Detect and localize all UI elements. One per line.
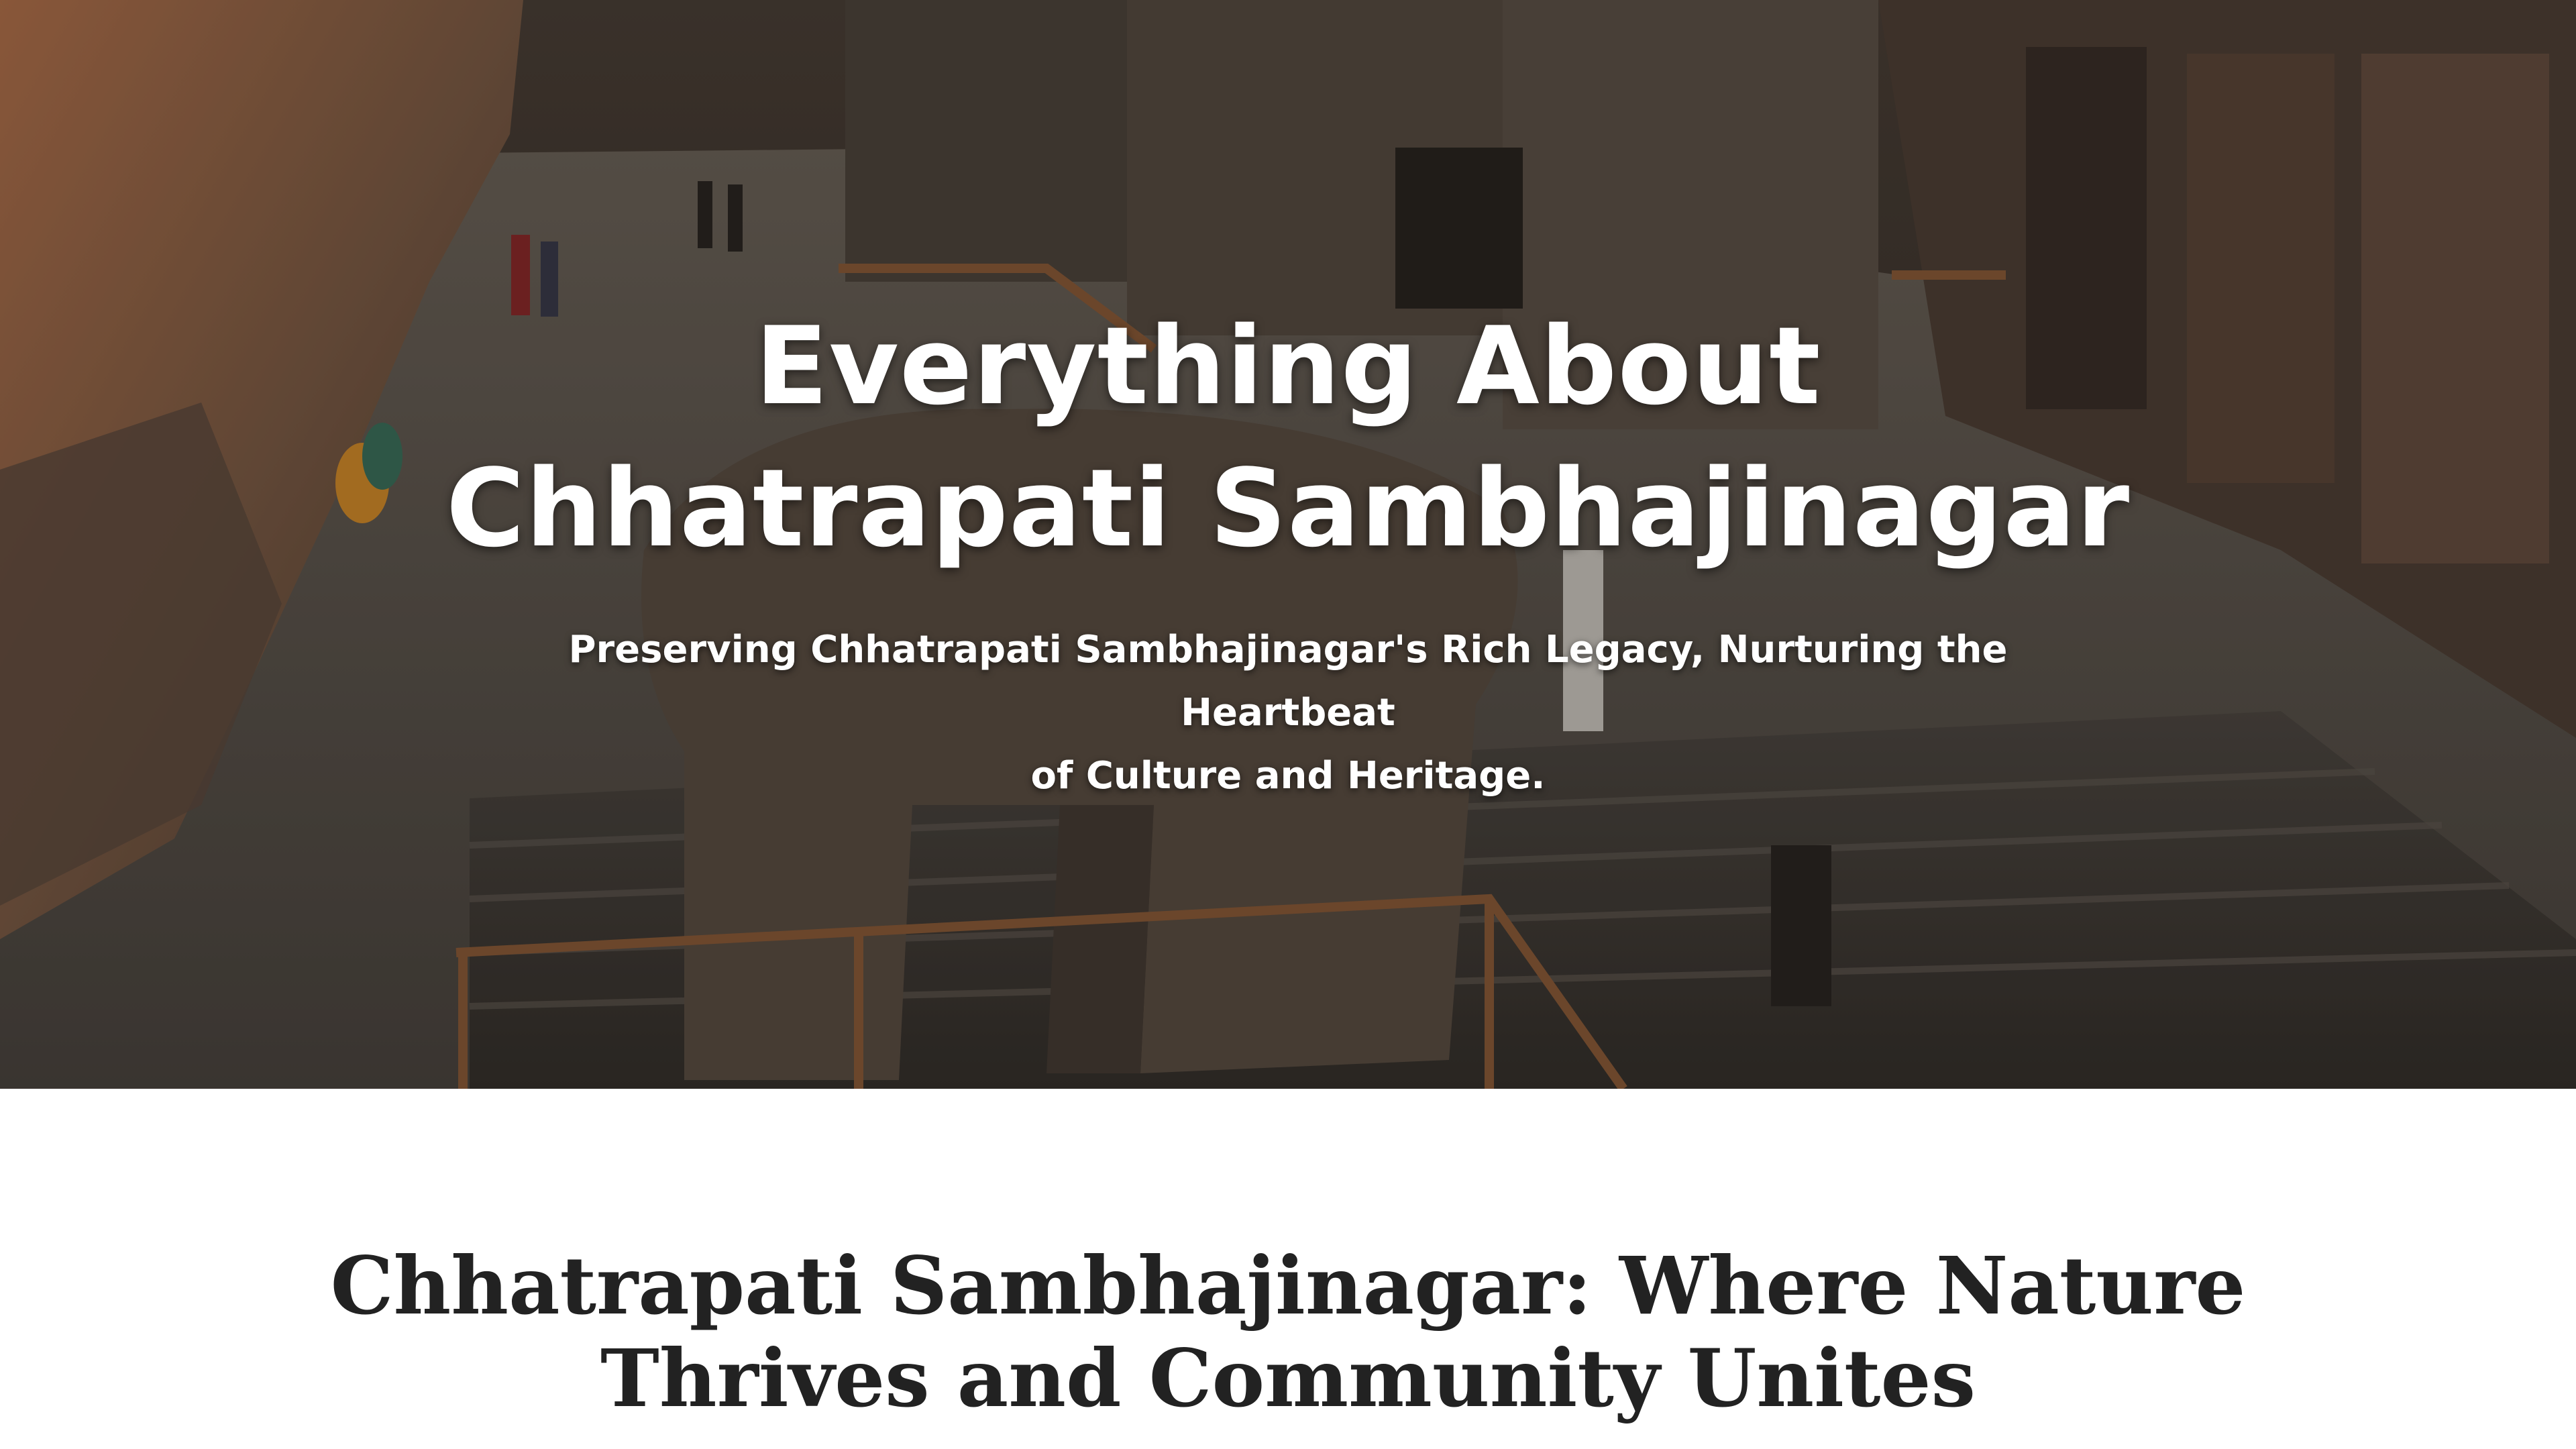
hero-title-line1: Everything About [755, 303, 1821, 429]
intro-heading: Chhatrapati Sambhajinagar: Where Nature … [0, 1240, 2576, 1425]
hero-subtitle-line1: Preserving Chhatrapati Sambhajinagar's R… [568, 628, 2008, 735]
intro-heading-line1: Chhatrapati Sambhajinagar: Where Nature [330, 1239, 2246, 1332]
hero-text-block: Everything About Chhatrapati Sambhajinag… [0, 295, 2576, 808]
hero-subtitle: Preserving Chhatrapati Sambhajinagar's R… [476, 619, 2100, 808]
hero-title: Everything About Chhatrapati Sambhajinag… [416, 295, 2160, 580]
hero-banner: Everything About Chhatrapati Sambhajinag… [0, 0, 2576, 1089]
intro-heading-line2: Thrives and Community Unites [600, 1332, 1976, 1425]
hero-title-line2: Chhatrapati Sambhajinagar [445, 445, 2131, 571]
hero-subtitle-line2: of Culture and Heritage. [1030, 754, 1546, 798]
